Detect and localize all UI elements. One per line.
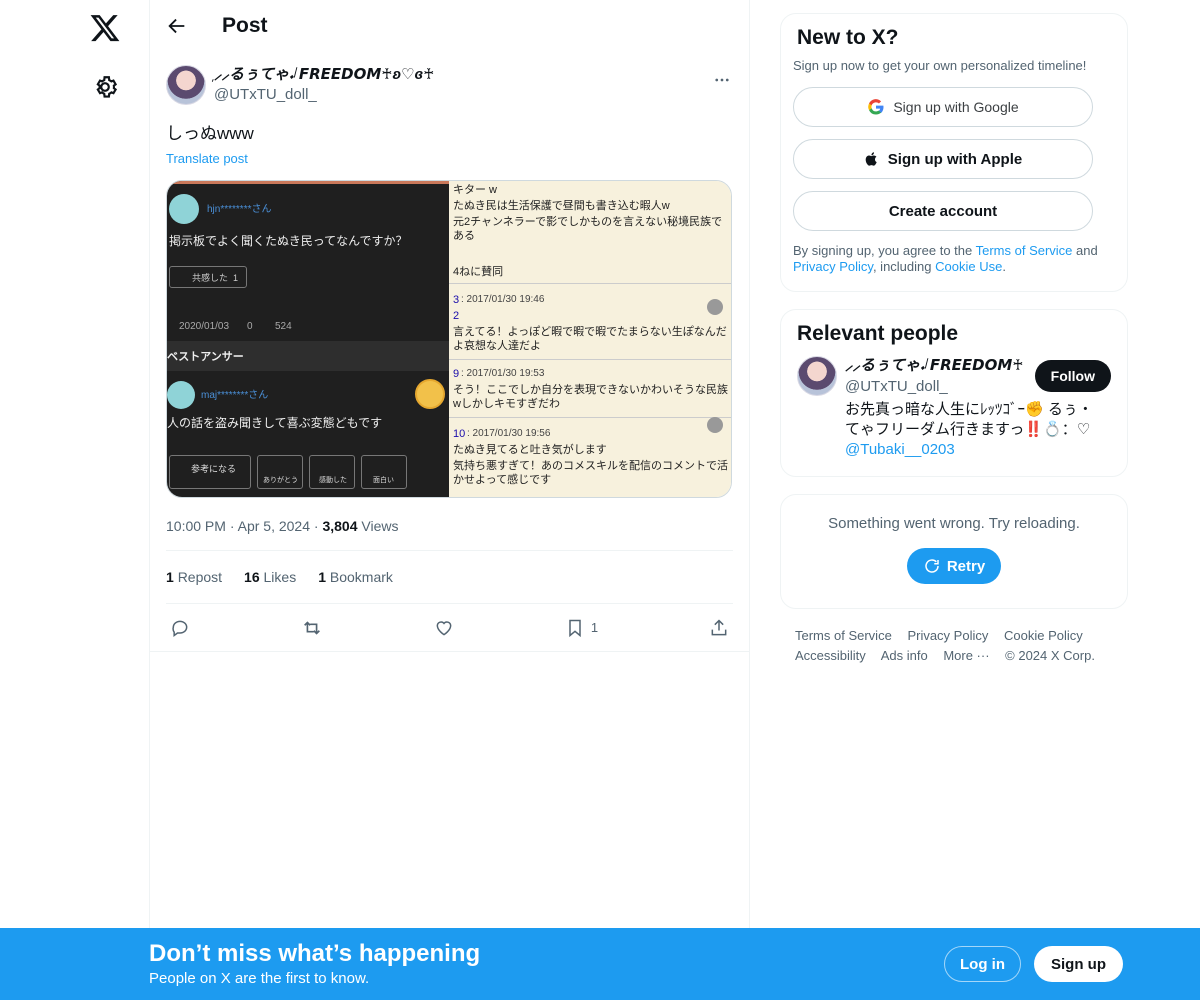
reply-button[interactable]	[170, 618, 190, 638]
share-icon	[711, 618, 727, 635]
footer-cookie[interactable]: Cookie Policy	[1004, 628, 1083, 643]
author-name[interactable]: ᷊⸝⸝るぅてゃ𝆺𝅥 𝙁𝙍𝙀𝙀𝘿𝙊𝙈♰ʚ♡ɞ♰	[214, 65, 434, 85]
reply-icon	[172, 620, 188, 637]
terms-link[interactable]: Terms of Service	[976, 243, 1073, 258]
cookie-link[interactable]: Cookie Use	[935, 259, 1002, 274]
relevant-people-card: Relevant people ᷊⸝⸝るぅてゃ𝆺𝅥 𝙁𝙍𝙀𝙀𝘿𝙊𝙈♰ @UTxT…	[780, 309, 1128, 477]
x-logo-icon[interactable]	[88, 12, 122, 44]
google-icon	[868, 99, 884, 115]
refresh-icon	[925, 559, 939, 573]
post-actions: 1	[150, 604, 749, 652]
likes-stat[interactable]: 16 Likes	[244, 569, 296, 585]
bookmarks-stat[interactable]: 1 Bookmark	[318, 569, 393, 585]
chevron-up-icon	[707, 417, 723, 433]
share-button[interactable]	[709, 618, 729, 638]
relevant-title: Relevant people	[797, 322, 959, 345]
bookmark-button[interactable]: 1	[565, 618, 598, 638]
google-signup-button[interactable]: Sign up with Google	[793, 87, 1093, 127]
bookmark-icon	[569, 619, 581, 637]
person-handle[interactable]: @UTxTU_doll_	[845, 376, 1025, 398]
apple-signup-button[interactable]: Sign up with Apple	[793, 139, 1093, 179]
follow-button[interactable]: Follow	[1034, 360, 1111, 392]
media-right-screenshot: キター w たぬき民は生活保護で昼間も書き込む暇人w 元2チャンネラーで影でしか…	[449, 181, 731, 497]
avatar[interactable]	[797, 356, 837, 396]
footer-more[interactable]: More ···	[943, 648, 989, 663]
top-bar: Post	[150, 0, 749, 53]
post-author: ᷊⸝⸝るぅてゃ𝆺𝅥 𝙁𝙍𝙀𝙀𝘿𝙊𝙈♰ʚ♡ɞ♰ @UTxTU_doll_	[166, 65, 733, 109]
error-card: Something went wrong. Try reloading. Ret…	[780, 494, 1128, 609]
avatar[interactable]	[166, 65, 206, 105]
privacy-link[interactable]: Privacy Policy	[793, 259, 873, 274]
person-bio: お先真っ暗な人生にﾚｯﾂｺﾞｰ✊ るぅ・てゃフリーダム行きますっ‼️💍：♡ @T…	[845, 401, 1093, 458]
person-name[interactable]: ᷊⸝⸝るぅてゃ𝆺𝅥 𝙁𝙍𝙀𝙀𝘿𝙊𝙈♰	[845, 356, 1025, 376]
footer-privacy[interactable]: Privacy Policy	[907, 628, 988, 643]
signup-card: New to X? Sign up now to get your own pe…	[780, 13, 1128, 292]
footer-links: Terms of Service Privacy Policy Cookie P…	[780, 626, 1128, 666]
signup-button[interactable]: Sign up	[1034, 946, 1123, 982]
banner-title: Don’t miss what’s happening	[149, 940, 481, 967]
left-nav	[0, 0, 150, 1000]
post-media[interactable]: hjn********さん 掲示板でよく聞くたぬき民ってなんですか？ 共感した …	[166, 180, 732, 498]
views-count: 3,804	[322, 518, 358, 534]
author-handle[interactable]: @UTxTU_doll_	[214, 85, 434, 105]
post: ᷊⸝⸝るぅてゃ𝆺𝅥 𝙁𝙍𝙀𝙀𝘿𝙊𝙈♰ʚ♡ɞ♰ @UTxTU_doll_ しっぬw…	[150, 53, 749, 652]
signup-subtitle: Sign up now to get your own personalized…	[793, 58, 1087, 73]
right-sidebar: New to X? Sign up now to get your own pe…	[780, 13, 1128, 666]
media-left-screenshot: hjn********さん 掲示板でよく聞くたぬき民ってなんですか？ 共感した …	[167, 181, 449, 497]
main-column: Post ᷊⸝⸝るぅてゃ𝆺𝅥 𝙁𝙍𝙀𝙀𝘿𝙊𝙈♰ʚ♡ɞ♰ @UTxTU_doll_…	[149, 0, 750, 1000]
like-button[interactable]	[434, 618, 454, 638]
bio-mention-link[interactable]: @Tubaki__0203	[845, 441, 955, 458]
apple-icon	[865, 152, 877, 166]
footer-accessibility[interactable]: Accessibility	[795, 648, 866, 663]
person-item[interactable]: ᷊⸝⸝るぅてゃ𝆺𝅥 𝙁𝙍𝙀𝙀𝘿𝙊𝙈♰ @UTxTU_doll_ お先真っ暗な人生…	[797, 356, 1111, 460]
settings-gear-icon[interactable]	[92, 74, 118, 100]
login-button[interactable]: Log in	[944, 946, 1021, 982]
heart-icon	[436, 620, 452, 636]
post-date[interactable]: Apr 5, 2024	[238, 518, 310, 534]
post-stats: 1 Repost 16 Likes 1 Bookmark	[166, 551, 733, 604]
signup-legal: By signing up, you agree to the Terms of…	[793, 243, 1098, 274]
reposts-stat[interactable]: 1 Repost	[166, 569, 222, 585]
footer-ads[interactable]: Ads info	[881, 648, 928, 663]
banner-subtitle: People on X are the first to know.	[149, 970, 370, 987]
bookmark-count: 1	[590, 620, 599, 635]
back-arrow-icon[interactable]	[166, 15, 188, 37]
post-meta: 10:00 PM · Apr 5, 2024 · 3,804 Views	[166, 518, 733, 551]
error-text: Something went wrong. Try reloading.	[828, 515, 1080, 532]
views-label: Views	[361, 518, 399, 534]
translate-post-link[interactable]: Translate post	[166, 151, 248, 166]
footer-terms[interactable]: Terms of Service	[795, 628, 892, 643]
bottom-banner: Don’t miss what’s happening People on X …	[0, 928, 1200, 1000]
post-text: しっぬwww	[166, 124, 254, 143]
more-options-icon[interactable]	[713, 71, 731, 89]
repost-icon	[304, 620, 320, 635]
chevron-down-icon	[707, 299, 723, 315]
footer-copyright: © 2024 X Corp.	[1005, 648, 1095, 663]
signup-title: New to X?	[797, 26, 899, 49]
retry-button[interactable]: Retry	[906, 548, 1002, 584]
page-title: Post	[222, 14, 268, 37]
repost-button[interactable]	[301, 617, 323, 639]
post-time[interactable]: 10:00 PM	[166, 518, 226, 534]
create-account-button[interactable]: Create account	[793, 191, 1093, 231]
